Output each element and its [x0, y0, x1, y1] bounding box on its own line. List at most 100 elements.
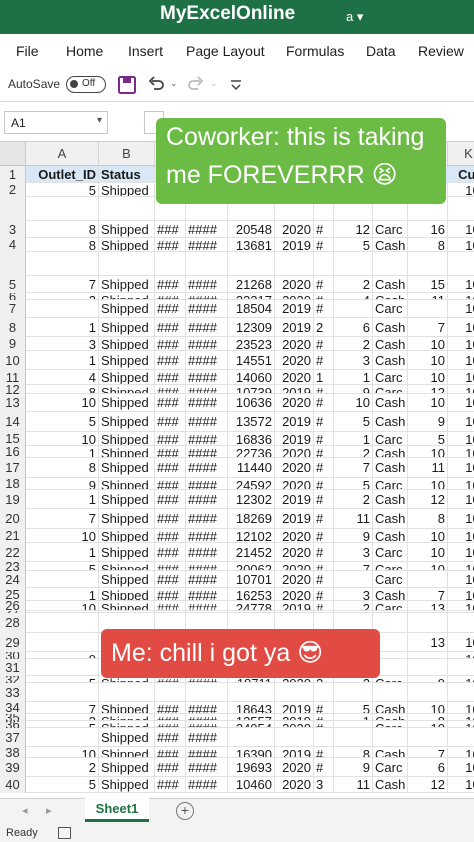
table-cell[interactable]: 16	[408, 221, 448, 238]
row-header[interactable]: 3	[0, 221, 26, 238]
table-cell[interactable]: 1	[26, 490, 99, 509]
table-cell[interactable]: Shipped	[99, 318, 155, 337]
row-header[interactable]: 14	[0, 412, 26, 432]
row-header[interactable]: 6	[0, 293, 26, 300]
table-cell[interactable]: #	[314, 490, 334, 509]
table-cell[interactable]: 5	[26, 562, 99, 571]
menu-insert[interactable]: Insert	[128, 43, 163, 59]
table-cell[interactable]: 100	[448, 432, 474, 446]
table-cell[interactable]: 100	[448, 337, 474, 351]
table-cell[interactable]: 10	[408, 721, 448, 728]
table-cell[interactable]	[228, 728, 275, 747]
table-cell[interactable]: 2020	[275, 293, 314, 300]
table-cell[interactable]: 5	[26, 676, 99, 683]
table-cell[interactable]: ###	[155, 543, 186, 562]
table-cell[interactable]	[26, 613, 99, 633]
table-cell[interactable]: 100	[448, 758, 474, 777]
menu-review[interactable]: Review	[418, 43, 464, 59]
table-cell[interactable]: Shipped	[99, 458, 155, 478]
table-cell[interactable]: 5	[334, 478, 373, 490]
table-cell[interactable]	[448, 613, 474, 633]
table-cell[interactable]: 2019	[275, 432, 314, 446]
table-cell[interactable]: 14551	[228, 351, 275, 370]
table-cell[interactable]: 11	[334, 777, 373, 793]
table-cell[interactable]: 2019	[275, 702, 314, 714]
table-cell[interactable]: 16390	[228, 747, 275, 758]
table-cell[interactable]: 10	[26, 747, 99, 758]
table-cell[interactable]: 1	[314, 370, 334, 385]
table-cell[interactable]: 24592	[228, 478, 275, 490]
row-header[interactable]: 21	[0, 529, 26, 543]
table-cell[interactable]: Shipped	[99, 728, 155, 747]
row-header[interactable]: 20	[0, 509, 26, 529]
table-cell[interactable]: 100	[448, 747, 474, 758]
table-cell[interactable]: ####	[186, 458, 228, 478]
table-cell[interactable]: 2	[26, 758, 99, 777]
table-cell[interactable]: Cash	[373, 458, 408, 478]
table-cell[interactable]: 7	[408, 588, 448, 601]
table-cell[interactable]: 21268	[228, 276, 275, 293]
table-cell[interactable]: Shipped	[99, 721, 155, 728]
table-cell[interactable]: Cash	[373, 276, 408, 293]
table-cell[interactable]	[373, 252, 408, 276]
table-cell[interactable]: 100	[448, 562, 474, 571]
table-cell[interactable]: 3	[26, 293, 99, 300]
table-cell[interactable]: 2020	[275, 370, 314, 385]
table-cell[interactable]	[155, 683, 186, 702]
table-cell[interactable]: ####	[186, 446, 228, 458]
row-header[interactable]: 31	[0, 659, 26, 676]
row-header[interactable]: 16	[0, 446, 26, 458]
table-cell[interactable]: 100	[448, 571, 474, 588]
table-cell[interactable]: #	[314, 276, 334, 293]
column-header[interactable]: B	[99, 142, 155, 166]
table-cell[interactable]: ###	[155, 446, 186, 458]
table-cell[interactable]: Shipped	[99, 300, 155, 318]
select-all-corner[interactable]	[0, 142, 26, 166]
table-cell[interactable]: 8	[408, 238, 448, 252]
table-cell[interactable]: 23523	[228, 337, 275, 351]
table-cell[interactable]: 2019	[275, 509, 314, 529]
table-cell[interactable]: ####	[186, 478, 228, 490]
table-cell[interactable]: Shipped	[99, 588, 155, 601]
row-header[interactable]: 33	[0, 683, 26, 702]
table-cell[interactable]: 12309	[228, 318, 275, 337]
row-header[interactable]: 18	[0, 478, 26, 490]
table-cell[interactable]: 24778	[228, 601, 275, 611]
table-cell[interactable]: Cash	[373, 412, 408, 432]
row-header[interactable]: 24	[0, 571, 26, 588]
table-cell[interactable]: ####	[186, 562, 228, 571]
table-cell[interactable]: Cash	[373, 490, 408, 509]
table-cell[interactable]: 7	[334, 562, 373, 571]
table-cell[interactable]: 1	[26, 446, 99, 458]
table-cell[interactable]: #	[314, 747, 334, 758]
table-cell[interactable]: #	[314, 337, 334, 351]
table-cell[interactable]: ###	[155, 490, 186, 509]
table-cell[interactable]: Cash	[373, 293, 408, 300]
table-cell[interactable]	[448, 683, 474, 702]
table-cell[interactable]: 11	[408, 458, 448, 478]
table-cell[interactable]	[334, 728, 373, 747]
table-cell[interactable]: Shipped	[99, 370, 155, 385]
table-cell[interactable]	[408, 613, 448, 633]
table-cell[interactable]: 24054	[228, 721, 275, 728]
chevron-down-icon[interactable]	[226, 75, 246, 95]
table-cell[interactable]	[186, 683, 228, 702]
table-cell[interactable]: #	[314, 702, 334, 714]
row-header[interactable]: 10	[0, 351, 26, 370]
table-cell[interactable]: #	[314, 293, 334, 300]
table-cell[interactable]: Carc	[373, 385, 408, 394]
table-cell[interactable]: Shipped	[99, 747, 155, 758]
table-cell[interactable]: 2020	[275, 571, 314, 588]
table-cell[interactable]: 5	[26, 412, 99, 432]
name-box-dropdown-icon[interactable]: ▾	[97, 115, 102, 126]
table-cell[interactable]: ####	[186, 351, 228, 370]
row-header[interactable]: 5	[0, 276, 26, 293]
table-cell[interactable]: Cash	[373, 446, 408, 458]
row-header[interactable]: 8	[0, 318, 26, 337]
table-cell[interactable]: 9	[26, 652, 99, 659]
header-cell[interactable]: Cust	[448, 166, 474, 183]
table-cell[interactable]	[99, 683, 155, 702]
table-cell[interactable]	[334, 571, 373, 588]
table-cell[interactable]: Shipped	[99, 394, 155, 412]
scroll-right-icon[interactable]: ▸	[46, 804, 52, 817]
